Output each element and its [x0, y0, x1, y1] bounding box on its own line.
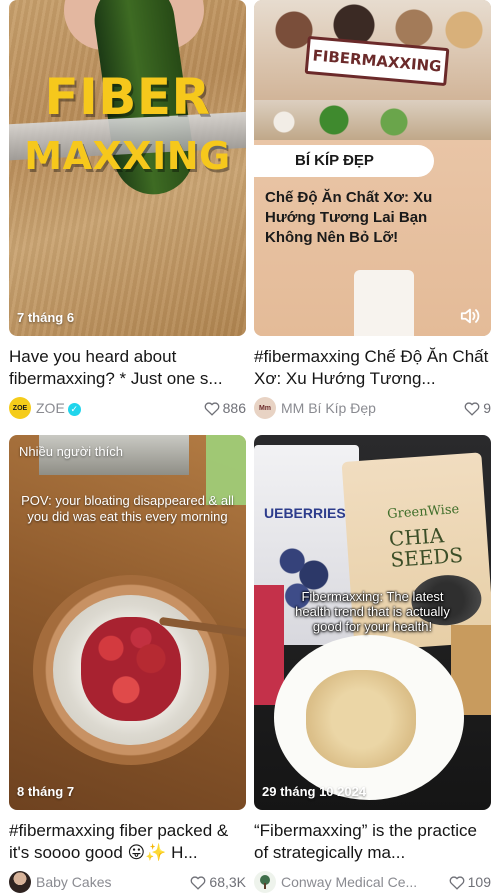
author-avatar[interactable] — [9, 871, 31, 893]
heart-icon — [204, 401, 220, 416]
video-caption[interactable]: #fibermaxxing fiber packed & it's soooo … — [9, 820, 246, 864]
tree-logo-icon — [260, 875, 270, 889]
author-name[interactable]: Conway Medical Ce... — [281, 874, 443, 890]
oats-image — [306, 670, 416, 768]
video-caption[interactable]: Have you heard about fibermaxxing? * Jus… — [9, 346, 246, 390]
author-avatar[interactable] — [254, 871, 276, 893]
chia-bag-brand: GreenWise — [386, 502, 460, 523]
like-count[interactable]: 9 — [464, 400, 491, 416]
heart-icon — [449, 875, 465, 890]
video-card[interactable]: Nhiều người thích POV: your bloating dis… — [9, 435, 246, 894]
sound-icon[interactable] — [459, 306, 481, 326]
video-card[interactable]: FIBERMAXXING BÍ KÍP ĐẸP Chế Độ Ăn Chất X… — [254, 0, 491, 420]
berries-image — [81, 617, 181, 721]
heart-icon — [190, 875, 206, 890]
bottle-image — [354, 270, 414, 336]
video-card[interactable]: UEBERRIES GreenWise CHIA SEEDS Fibermaxx… — [254, 435, 491, 894]
video-meta: Mm MM Bí Kíp Đẹp 9 — [254, 396, 491, 420]
video-card[interactable]: FIBER MAXXING 7 tháng 6 Have you heard a… — [9, 0, 246, 420]
author-name[interactable]: MM Bí Kíp Đẹp — [281, 400, 458, 416]
author-name[interactable]: Baby Cakes — [36, 874, 184, 890]
video-thumbnail[interactable]: UEBERRIES GreenWise CHIA SEEDS Fibermaxx… — [254, 435, 491, 810]
avatar-text: Mm — [258, 404, 272, 412]
video-thumbnail[interactable]: FIBER MAXXING 7 tháng 6 — [9, 0, 246, 336]
author-avatar[interactable]: Mm — [254, 397, 276, 419]
thumbnail-overlay-text: Fibermaxxing: The latest health trend th… — [295, 589, 450, 634]
like-count-text: 109 — [467, 874, 491, 890]
video-caption[interactable]: #fibermaxxing Chế Độ Ăn Chất Xơ: Xu Hướn… — [254, 346, 491, 390]
like-count-text: 886 — [222, 400, 246, 416]
like-count-text: 9 — [483, 400, 491, 416]
video-grid: FIBER MAXXING 7 tháng 6 Have you heard a… — [0, 0, 500, 894]
video-thumbnail[interactable]: Nhiều người thích POV: your bloating dis… — [9, 435, 246, 810]
thumbnail-title-line1: FIBER — [44, 68, 211, 126]
category-pill: BÍ KÍP ĐẸP — [254, 145, 434, 177]
thumbnail-overlay-text: POV: your bloating disappeared & all you… — [21, 493, 234, 524]
thumbnail-title-line2: MAXXING — [24, 134, 231, 178]
verified-badge-icon: ✓ — [67, 403, 81, 416]
like-count[interactable]: 886 — [204, 400, 246, 416]
like-count[interactable]: 109 — [449, 874, 491, 890]
thumbnail-headline: Chế Độ Ăn Chất Xơ: Xu Hướng Tương Lai Bạ… — [265, 189, 433, 246]
like-count[interactable]: 68,3K — [190, 874, 246, 890]
video-thumbnail[interactable]: FIBERMAXXING BÍ KÍP ĐẸP Chế Độ Ăn Chất X… — [254, 0, 491, 336]
author-avatar[interactable]: ZOE — [9, 397, 31, 419]
post-date: 8 tháng 7 — [17, 784, 75, 799]
heart-icon — [464, 401, 480, 416]
video-meta: Baby Cakes 68,3K — [9, 870, 246, 894]
avatar-text: ZOE — [12, 404, 28, 412]
blueberries-bag-label: UEBERRIES — [264, 505, 346, 521]
popular-label: Nhiều người thích — [19, 444, 123, 459]
like-count-text: 68,3K — [209, 874, 246, 890]
chia-bag-name: CHIA SEEDS — [388, 523, 464, 572]
post-date: 7 tháng 6 — [17, 310, 75, 325]
salad-table-image — [254, 100, 491, 140]
video-caption[interactable]: “Fibermaxxing” is the practice of strate… — [254, 820, 491, 864]
post-date: 29 tháng 10 2024 — [262, 784, 367, 799]
video-meta: Conway Medical Ce... 109 — [254, 870, 491, 894]
video-meta: ZOE ZOE ✓ 886 — [9, 396, 246, 420]
author-name[interactable]: ZOE ✓ — [36, 400, 198, 416]
author-name-text: ZOE — [36, 400, 65, 416]
